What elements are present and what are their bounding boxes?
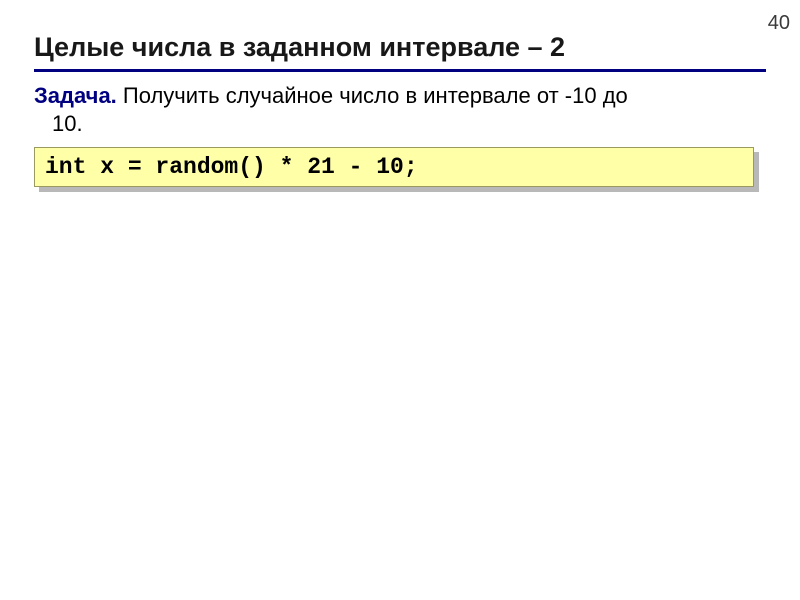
task-text-line1: Получить случайное число в интервале от … [117,83,628,108]
task-text-line2: 10. [52,110,766,138]
code-block: int x = random() * 21 - 10; [34,147,754,187]
title-underline [34,69,766,72]
task-paragraph: Задача. Получить случайное число в интер… [34,82,766,137]
task-label: Задача. [34,83,117,108]
slide: 40 Целые числа в заданном интервале – 2 … [0,0,800,600]
page-number: 40 [768,12,790,35]
slide-title: Целые числа в заданном интервале – 2 [34,32,766,63]
code-block-wrapper: int x = random() * 21 - 10; [34,147,754,187]
